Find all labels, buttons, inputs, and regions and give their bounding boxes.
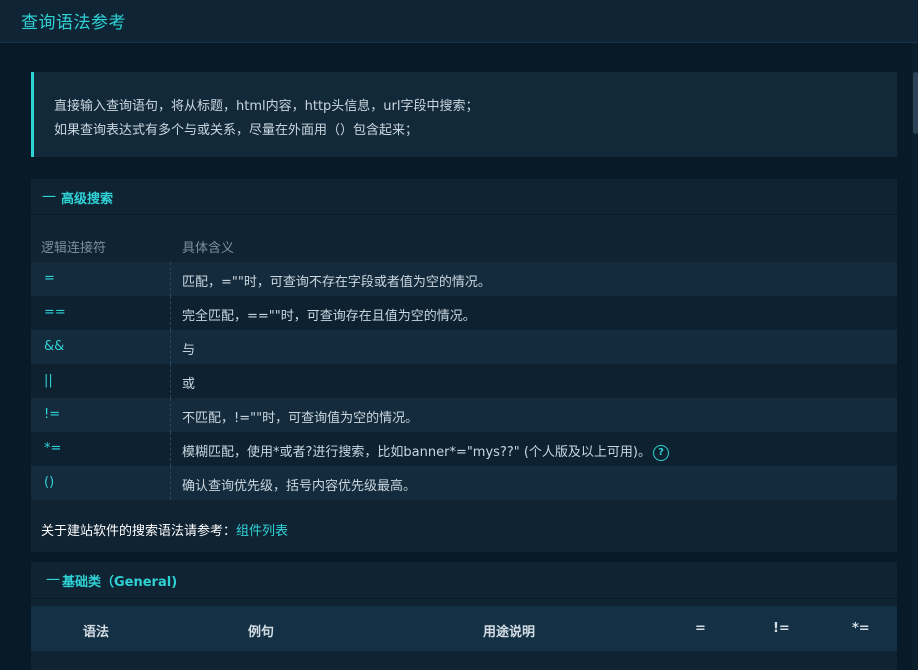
scrollbar-thumb[interactable]	[913, 72, 918, 134]
column-divider	[170, 398, 171, 432]
operator-cell: ==	[44, 305, 66, 320]
table-row: || 或	[31, 364, 897, 398]
operator-cell: ||	[44, 373, 53, 388]
column-eq: =	[695, 621, 706, 636]
component-list-link[interactable]: 组件列表	[236, 524, 288, 539]
column-example: 例句	[248, 625, 275, 640]
column-divider	[170, 262, 171, 296]
column-fuzzy: *=	[852, 621, 870, 636]
meaning-cell: 完全匹配，==""时，可查询存在且值为空的情况。	[182, 309, 476, 324]
operator-cell: *=	[44, 441, 62, 456]
meaning-cell: 匹配，=""时，可查询不存在字段或者值为空的情况。	[182, 275, 491, 290]
column-operator: 逻辑连接符	[41, 241, 107, 256]
page-header: 查询语法参考	[0, 0, 918, 43]
component-reference: 关于建站软件的搜索语法请参考：组件列表	[41, 520, 288, 539]
table-header: 逻辑连接符 具体含义	[31, 229, 897, 261]
table-row: == 完全匹配，==""时，可查询存在且值为空的情况。	[31, 296, 897, 330]
meaning-cell: 确认查询优先级，括号内容优先级最高。	[182, 479, 417, 494]
operator-cell: !=	[44, 407, 61, 422]
meaning-cell: 与	[182, 343, 196, 358]
table-row: *= 模糊匹配，使用*或者?进行搜索，比如banner*="mys??" (个人…	[31, 432, 897, 466]
page-title: 查询语法参考	[21, 13, 126, 33]
general-table-header: 语法 例句 用途说明 = != *=	[31, 606, 897, 651]
column-divider	[170, 364, 171, 398]
scrollbar-track[interactable]	[912, 43, 918, 670]
advanced-search-panel: 一 高级搜索 逻辑连接符 具体含义 = 匹配，=""时，可查询不存在字段或者值为…	[31, 179, 897, 552]
column-usage: 用途说明	[483, 625, 536, 640]
meaning-cell: 不匹配，!=""时，可查询值为空的情况。	[182, 411, 419, 426]
general-panel: 一 基础类（General) 语法 例句 用途说明 = != *=	[31, 562, 897, 670]
column-divider	[170, 432, 171, 466]
column-divider	[170, 296, 171, 330]
column-syntax: 语法	[83, 625, 110, 640]
table-row: = 匹配，=""时，可查询不存在字段或者值为空的情况。	[31, 262, 897, 296]
operator-cell: =	[44, 271, 55, 286]
help-icon[interactable]: ?	[653, 444, 669, 461]
table-row: != 不匹配，!=""时，可查询值为空的情况。	[31, 398, 897, 432]
column-divider	[170, 330, 171, 364]
general-header[interactable]: 一 基础类（General)	[31, 562, 897, 599]
advanced-search-header[interactable]: 一 高级搜索	[31, 179, 897, 215]
table-row: && 与	[31, 330, 897, 364]
operator-cell: &&	[44, 339, 65, 354]
usage-notice: 直接输入查询语句，将从标题，html内容，http头信息，url字段中搜索； 如…	[31, 72, 897, 157]
meaning-text: 模糊匹配，使用*或者?进行搜索，比如banner*="mys??" (个人版及以…	[182, 445, 651, 460]
meaning-cell: 模糊匹配，使用*或者?进行搜索，比如banner*="mys??" (个人版及以…	[182, 441, 669, 461]
column-divider	[170, 466, 171, 500]
table-row: () 确认查询优先级，括号内容优先级最高。	[31, 466, 897, 500]
general-title[interactable]: 基础类（General)	[62, 571, 177, 590]
meaning-cell: 或	[182, 377, 196, 392]
column-neq: !=	[773, 621, 790, 636]
notice-line-1: 直接输入查询语句，将从标题，html内容，http头信息，url字段中搜索；	[54, 99, 479, 114]
notice-line-2: 如果查询表达式有多个与或关系，尽量在外面用（）包含起来；	[54, 123, 419, 138]
advanced-search-title[interactable]: 高级搜索	[61, 188, 113, 207]
operator-cell: ()	[44, 475, 55, 490]
column-meaning: 具体含义	[182, 241, 235, 256]
collapse-icon[interactable]: 一	[46, 570, 60, 590]
collapse-icon[interactable]: 一	[42, 187, 56, 207]
reference-text: 关于建站软件的搜索语法请参考：	[41, 524, 237, 539]
